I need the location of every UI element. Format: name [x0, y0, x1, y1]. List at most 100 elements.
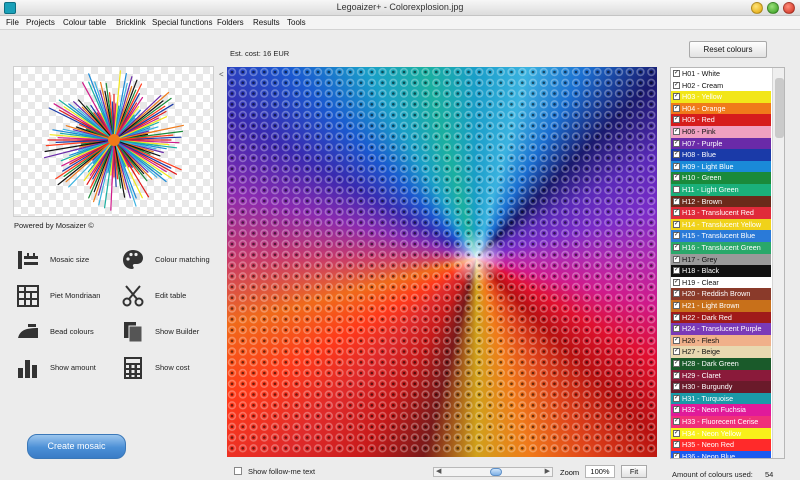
colour-checkbox[interactable]: ✓ [673, 70, 680, 77]
checkbox-box[interactable] [234, 467, 242, 475]
colour-checkbox[interactable]: ✓ [673, 429, 680, 437]
colour-row[interactable]: ✓ H26 - Flesh [671, 334, 771, 347]
piet-mondriaan-tool[interactable]: Piet Mondriaan [16, 284, 116, 308]
colour-row[interactable]: ✓ H01 - White [671, 68, 771, 80]
colour-row[interactable]: ✓ H28 - Dark Green [671, 358, 771, 370]
colour-checkbox[interactable]: ✓ [673, 336, 680, 344]
colour-row[interactable]: ✓ H04 - Orange [671, 102, 771, 115]
colour-checkbox[interactable]: ✓ [673, 174, 680, 182]
mosaic-canvas[interactable] [227, 67, 657, 457]
minimize-button[interactable] [751, 2, 763, 14]
edit-table-tool[interactable]: Edit table [121, 284, 221, 308]
colour-row[interactable]: ✓ H08 - Blue [671, 149, 771, 161]
colour-checkbox[interactable]: ✓ [673, 418, 680, 425]
colour-checkbox[interactable]: ✓ [673, 383, 680, 391]
colour-checkbox[interactable]: ✓ [673, 220, 680, 228]
colour-checkbox[interactable]: ✓ [673, 197, 680, 205]
zoom-value-field[interactable]: 100% [585, 465, 615, 478]
colour-row[interactable]: ✓ H09 - Light Blue [671, 160, 771, 173]
colour-checkbox[interactable] [673, 186, 680, 193]
colour-row[interactable]: ✓ H15 - Translucent Blue [671, 230, 771, 242]
colour-checkbox[interactable]: ✓ [673, 371, 680, 379]
colour-checkbox[interactable]: ✓ [673, 313, 680, 321]
colour-row[interactable]: ✓ H30 - Burgundy [671, 381, 771, 393]
colour-checkbox[interactable]: ✓ [673, 441, 680, 449]
colour-checkbox[interactable]: ✓ [673, 162, 680, 170]
colour-checkbox[interactable]: ✓ [673, 128, 680, 135]
create-mosaic-button[interactable]: Create mosaic [27, 434, 126, 459]
menu-tools[interactable]: Tools [287, 18, 306, 27]
colour-list-scrollbar[interactable] [772, 68, 784, 458]
colour-checkbox[interactable]: ✓ [673, 232, 680, 240]
colour-row[interactable]: ✓ H18 - Black [671, 265, 771, 277]
colour-row[interactable]: ✓ H29 - Claret [671, 369, 771, 382]
colour-row[interactable]: ✓ H06 - Pink [671, 126, 771, 138]
colour-row[interactable]: ✓ H10 - Green [671, 172, 771, 184]
collapse-panel-arrow[interactable]: < [219, 70, 224, 79]
menu-file[interactable]: File [6, 18, 19, 27]
menu-bricklink[interactable]: Bricklink [116, 18, 146, 27]
show-amount-tool[interactable]: Show amount [16, 356, 116, 380]
colour-checkbox[interactable]: ✓ [673, 209, 680, 217]
colour-checkbox[interactable]: ✓ [673, 348, 680, 356]
colour-row[interactable]: ✓ H20 - Reddish Brown [671, 288, 771, 300]
colour-checkbox[interactable]: ✓ [673, 290, 680, 298]
menu-results[interactable]: Results [253, 18, 280, 27]
colour-checkbox[interactable]: ✓ [673, 302, 680, 309]
mosaic-size-tool[interactable]: Mosaic size [16, 248, 116, 272]
menu-folders[interactable]: Folders [217, 18, 244, 27]
colour-row[interactable]: ✓ H32 - Neon Fuchsia [671, 404, 771, 416]
menu-special-functions[interactable]: Special functions [152, 18, 212, 27]
colour-row[interactable]: ✓ H12 - Brown [671, 195, 771, 208]
colour-row[interactable]: ✓ H22 - Dark Red [671, 311, 771, 324]
colour-checkbox[interactable]: ✓ [673, 81, 680, 89]
show-builder-tool[interactable]: Show Builder [121, 320, 221, 344]
colour-row[interactable]: ✓ H16 - Translucent Green [671, 242, 771, 254]
colour-row[interactable]: ✓ H19 - Clear [671, 276, 771, 289]
menu-colour-table[interactable]: Colour table [63, 18, 106, 27]
colour-row[interactable]: ✓ H33 - Fluorecent Cerise [671, 416, 771, 428]
colour-row[interactable]: ✓ H13 - Translucent Red [671, 207, 771, 219]
slider-left-arrow-icon[interactable]: ◀ [436, 467, 441, 475]
colour-matching-tool[interactable]: Colour matching [121, 248, 221, 272]
colour-row[interactable]: ✓ H34 - Neon Yellow [671, 427, 771, 440]
colour-checkbox[interactable]: ✓ [673, 406, 680, 414]
follow-me-checkbox[interactable]: Show follow-me text [234, 467, 315, 476]
colour-row[interactable]: ✓ H27 - Beige [671, 346, 771, 358]
colour-checkbox[interactable]: ✓ [673, 104, 680, 112]
colour-checkbox[interactable]: ✓ [673, 151, 680, 159]
colour-row[interactable]: H11 - Light Green [671, 184, 771, 196]
colour-row[interactable]: ✓ H14 - Translucent Yellow [671, 218, 771, 231]
close-button[interactable] [783, 2, 795, 14]
colour-row[interactable]: ✓ H21 - Light Brown [671, 300, 771, 312]
colour-checkbox[interactable]: ✓ [673, 255, 680, 263]
zoom-slider[interactable]: ◀ ▶ [433, 467, 553, 477]
colour-row[interactable]: ✓ H31 - Turquoise [671, 392, 771, 405]
maximize-button[interactable] [767, 2, 779, 14]
colour-checkbox[interactable]: ✓ [673, 325, 680, 333]
show-cost-tool[interactable]: Show cost [121, 356, 221, 380]
colour-row[interactable]: ✓ H36 - Neon Blue [671, 450, 771, 458]
colour-checkbox[interactable]: ✓ [673, 452, 680, 458]
zoom-slider-thumb[interactable] [490, 468, 502, 476]
colour-row[interactable]: ✓ H03 - Yellow [671, 91, 771, 103]
colour-checkbox[interactable]: ✓ [673, 360, 680, 367]
colour-row[interactable]: ✓ H07 - Purple [671, 137, 771, 150]
colour-checkbox[interactable]: ✓ [673, 116, 680, 124]
menu-projects[interactable]: Projects [26, 18, 55, 27]
colour-checkbox[interactable]: ✓ [673, 278, 680, 286]
colour-checkbox[interactable]: ✓ [673, 244, 680, 251]
colour-checkbox[interactable]: ✓ [673, 267, 680, 275]
reset-colours-button[interactable]: Reset colours [689, 41, 767, 58]
slider-right-arrow-icon[interactable]: ▶ [545, 467, 550, 475]
colour-row[interactable]: ✓ H05 - Red [671, 114, 771, 126]
colour-row[interactable]: ✓ H17 - Grey [671, 253, 771, 266]
colour-row[interactable]: ✓ H24 - Translucent Purple [671, 323, 771, 335]
colour-checkbox[interactable]: ✓ [673, 93, 680, 101]
colour-checkbox[interactable]: ✓ [673, 394, 680, 402]
bead-colours-tool[interactable]: Bead colours [16, 320, 116, 344]
colour-checkbox[interactable]: ✓ [673, 139, 680, 147]
colour-row[interactable]: ✓ H35 - Neon Red [671, 439, 771, 451]
colour-row[interactable]: ✓ H02 - Cream [671, 79, 771, 92]
fit-button[interactable]: Fit [621, 465, 647, 478]
